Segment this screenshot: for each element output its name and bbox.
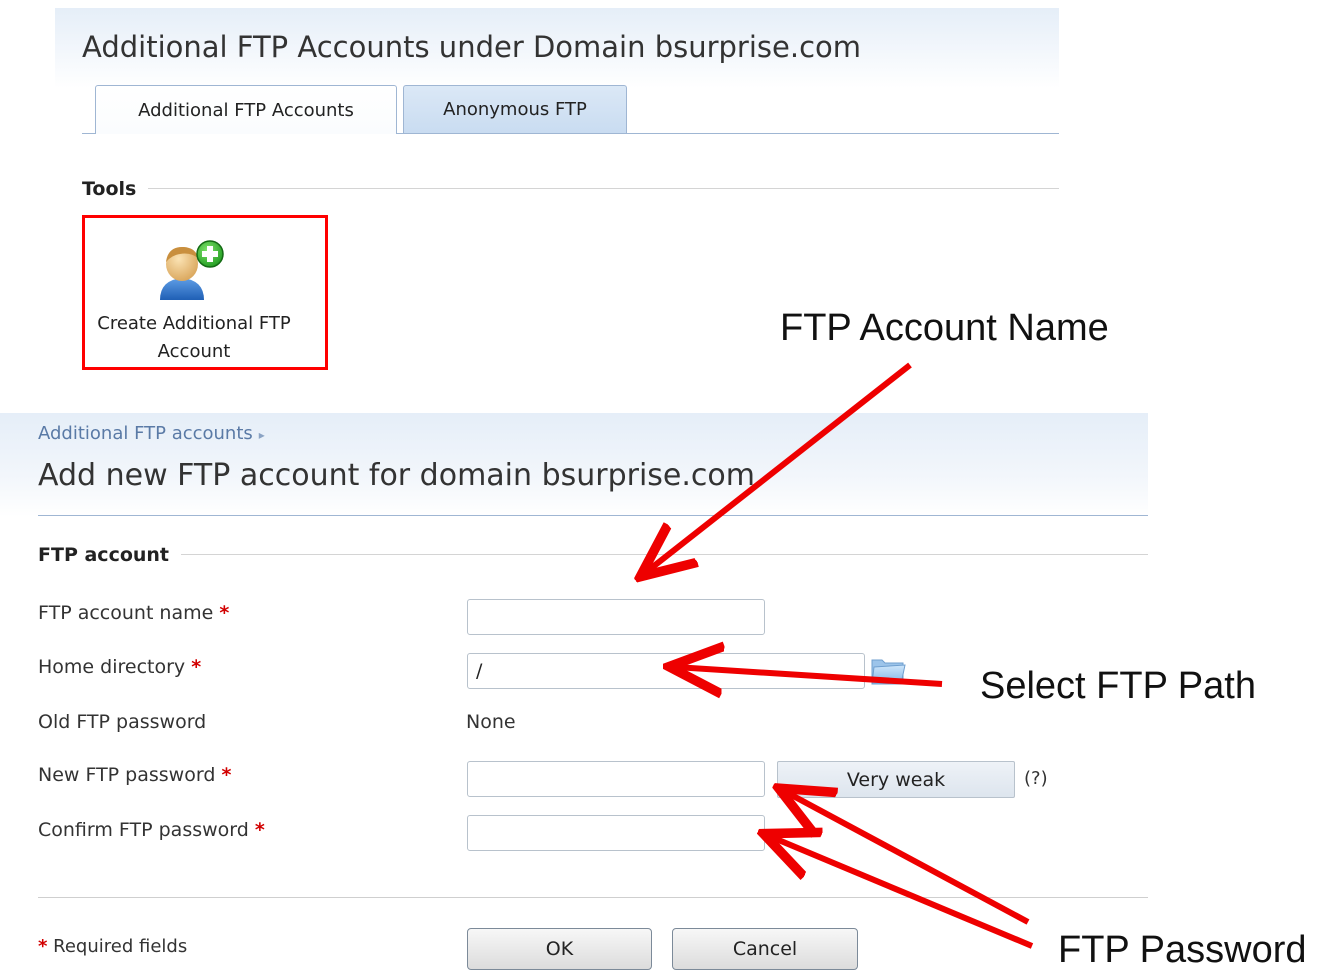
annotation-account-name: FTP Account Name (780, 307, 1109, 349)
annotation-arrows (0, 362, 1034, 949)
arrow-account-name (645, 362, 912, 573)
arrow-ftp-path (675, 667, 943, 684)
annotation-ftp-path: Select FTP Path (980, 665, 1256, 707)
annotation-ftp-password: FTP Password (1058, 929, 1307, 971)
